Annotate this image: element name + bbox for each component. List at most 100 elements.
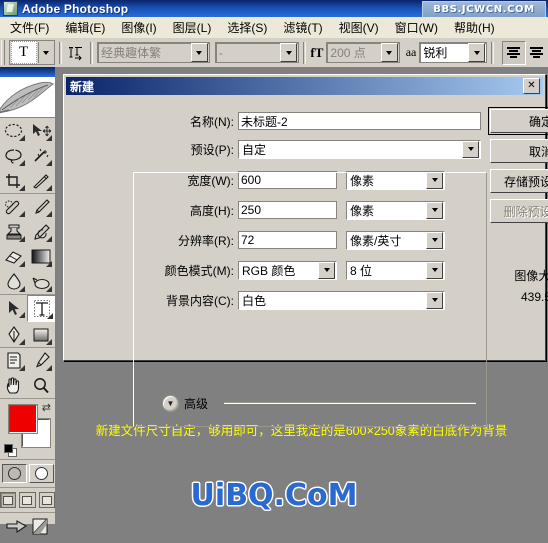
elliptical-marquee-tool[interactable] <box>0 118 27 143</box>
font-family-chevron-down-icon[interactable] <box>190 43 208 62</box>
bitdepth-select[interactable]: 8 位 <box>346 260 445 280</box>
font-family-select[interactable]: 经典趣体繁 <box>97 42 210 63</box>
type-tool-icon: T <box>10 41 37 64</box>
default-colors-icon[interactable] <box>4 444 17 457</box>
font-style-select[interactable]: - <box>214 42 300 63</box>
resolution-unit-select[interactable]: 像素/英寸 <box>346 230 445 250</box>
magic-wand-tool[interactable] <box>27 143 54 168</box>
width-input[interactable]: 600 <box>238 171 337 189</box>
window-title-bar[interactable]: Adobe Photoshop BBS.JCWCN.COM <box>0 0 548 18</box>
options-separator-2 <box>90 41 94 64</box>
menu-edit[interactable]: 编辑(E) <box>57 17 113 38</box>
name-input[interactable]: 未标题-2 <box>238 112 481 130</box>
width-unit-chevron-down-icon[interactable] <box>426 171 443 189</box>
dialog-title: 新建 <box>70 79 95 94</box>
font-size-select[interactable]: 200 点 <box>326 42 400 63</box>
menu-help[interactable]: 帮助(H) <box>446 17 503 38</box>
new-document-dialog: 新建 ✕ 名称(N): 未标题-2 预设(P): 自定 宽度(W): 600 像… <box>63 74 548 427</box>
preset-value: 自定 <box>242 142 267 157</box>
antialias-select[interactable]: 锐利 <box>419 42 488 63</box>
crop-tool[interactable] <box>0 168 27 193</box>
clone-stamp-tool[interactable] <box>0 219 27 244</box>
eraser-tool[interactable] <box>0 244 27 269</box>
dodge-tool[interactable] <box>27 269 54 294</box>
height-unit-select[interactable]: 像素 <box>346 200 445 220</box>
history-brush-tool[interactable] <box>27 219 54 244</box>
chevron-down-icon[interactable]: ▼ <box>162 395 179 412</box>
dialog-title-bar[interactable]: 新建 ✕ <box>66 77 543 95</box>
name-label: 名称(N): <box>190 114 234 129</box>
tutorial-annotation-text: 新建文件尺寸自定，够用即可，这里我定的是600×250象素的白底作为背景 <box>95 424 508 438</box>
tool-preset-chevron-down-icon[interactable] <box>37 42 53 63</box>
tool-options-bar: T 经典趣体繁 - fT 200 点 aa 锐利 <box>0 38 548 68</box>
toolbox-title-bar[interactable] <box>0 67 55 77</box>
type-tool[interactable] <box>27 295 56 322</box>
slice-tool[interactable] <box>27 168 54 193</box>
move-tool[interactable] <box>27 118 54 143</box>
swap-colors-icon[interactable]: ⇄ <box>42 401 51 414</box>
resolution-input[interactable]: 72 <box>238 231 337 249</box>
width-label: 宽度(W): <box>187 173 234 188</box>
colormode-chevron-down-icon[interactable] <box>318 261 335 279</box>
cancel-button[interactable]: 取消 <box>490 139 548 163</box>
background-chevron-down-icon[interactable] <box>426 291 443 309</box>
healing-brush-tool[interactable] <box>0 194 27 219</box>
lasso-tool[interactable] <box>0 143 27 168</box>
jump-to-imageready-icon[interactable] <box>6 518 28 538</box>
text-orientation-icon <box>68 46 82 60</box>
save-preset-button[interactable]: 存储预设(S)... <box>490 169 548 193</box>
antialias-chevron-down-icon[interactable] <box>468 43 486 62</box>
menu-file[interactable]: 文件(F) <box>2 17 57 38</box>
tool-group-selection <box>0 118 55 194</box>
rectangle-shape-tool[interactable] <box>27 322 54 347</box>
options-separator-4 <box>491 41 494 64</box>
menu-select[interactable]: 选择(S) <box>219 17 275 38</box>
photoshop-badge-icon[interactable] <box>31 518 49 538</box>
height-label: 高度(H): <box>190 203 234 218</box>
gradient-tool[interactable] <box>27 244 54 269</box>
resolution-label: 分辨率(R): <box>178 233 234 248</box>
tool-group-vector <box>0 295 56 348</box>
current-tool-preset-picker[interactable]: T <box>8 40 55 65</box>
menu-window[interactable]: 窗口(W) <box>387 17 446 38</box>
align-left-button[interactable] <box>501 40 526 65</box>
colormode-label: 颜色模式(M): <box>164 263 234 278</box>
colormode-value: RGB 颜色 <box>242 263 296 278</box>
width-unit-select[interactable]: 像素 <box>346 170 445 190</box>
toggle-text-orientation-button[interactable] <box>66 42 87 64</box>
height-input[interactable]: 250 <box>238 201 337 219</box>
font-size-chevron-down-icon[interactable] <box>380 43 398 62</box>
resolution-unit-chevron-down-icon[interactable] <box>426 231 443 249</box>
font-style-chevron-down-icon[interactable] <box>280 43 298 62</box>
options-bar-grip[interactable] <box>1 40 7 65</box>
ok-button[interactable]: 确定 <box>488 107 548 135</box>
bitdepth-chevron-down-icon[interactable] <box>426 261 443 279</box>
menu-layer[interactable]: 图层(L) <box>165 17 220 38</box>
menu-filter[interactable]: 滤镜(T) <box>275 17 330 38</box>
preset-select[interactable]: 自定 <box>238 139 481 159</box>
color-swatches: ⇄ <box>0 399 55 460</box>
background-label: 背景内容(C): <box>166 293 234 308</box>
height-unit-chevron-down-icon[interactable] <box>426 201 443 219</box>
align-center-button[interactable] <box>525 41 548 64</box>
pen-tool[interactable] <box>0 322 27 347</box>
background-select[interactable]: 白色 <box>238 290 445 310</box>
preset-chevron-down-icon[interactable] <box>462 140 479 158</box>
close-icon[interactable]: ✕ <box>523 78 540 94</box>
notes-tool[interactable] <box>0 348 27 373</box>
path-selection-tool[interactable] <box>0 295 27 320</box>
dialog-body: 名称(N): 未标题-2 预设(P): 自定 宽度(W): 600 像素 高度(… <box>64 97 548 360</box>
menu-view[interactable]: 视图(V) <box>331 17 387 38</box>
blur-tool[interactable] <box>0 269 27 294</box>
colormode-select[interactable]: RGB 颜色 <box>238 260 337 280</box>
menu-bar: 文件(F) 编辑(E) 图像(I) 图层(L) 选择(S) 滤镜(T) 视图(V… <box>0 17 548 39</box>
delete-preset-button: 删除预设(D)... <box>490 199 548 223</box>
brush-tool[interactable] <box>27 194 54 219</box>
eyedropper-tool[interactable] <box>27 348 54 373</box>
menu-image[interactable]: 图像(I) <box>113 17 164 38</box>
foreground-color-swatch[interactable] <box>9 405 37 433</box>
toolbox-palette: ⇄ <box>0 67 56 535</box>
hand-tool[interactable] <box>0 373 27 398</box>
advanced-toggle[interactable]: ▼ 高级 <box>162 395 208 412</box>
zoom-tool[interactable] <box>27 373 54 398</box>
